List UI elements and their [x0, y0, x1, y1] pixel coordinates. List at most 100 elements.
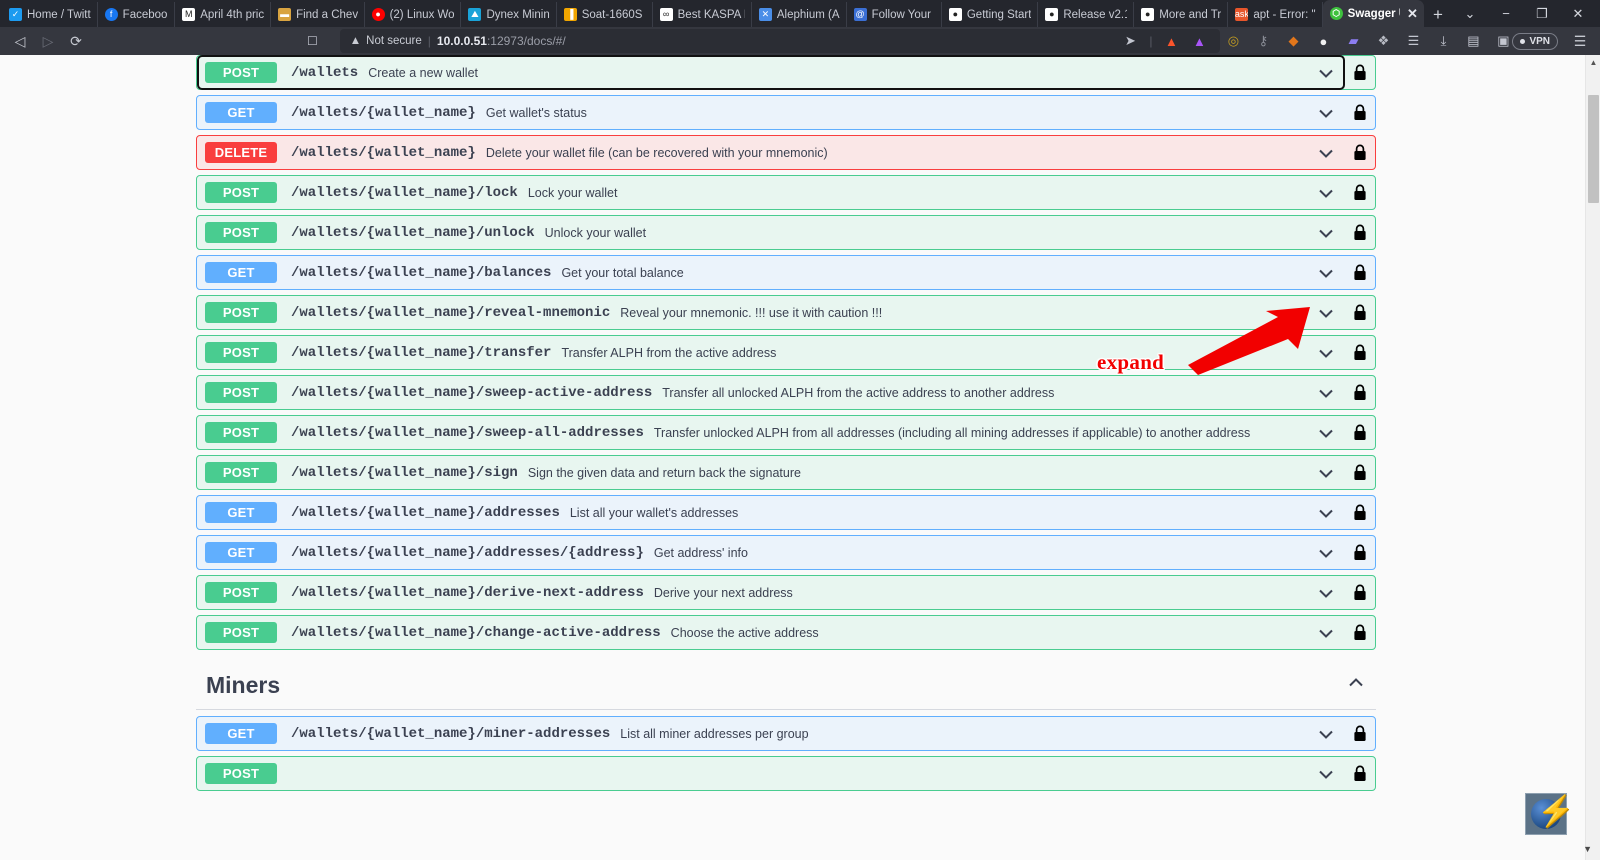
- chevron-down-icon[interactable]: [1309, 177, 1343, 208]
- operation-row[interactable]: GET/wallets/{wallet_name}/addresses List …: [196, 495, 1376, 530]
- key-extension-icon[interactable]: ⚷: [1254, 32, 1272, 50]
- operation-row[interactable]: POST/wallets/{wallet_name}/reveal-mnemon…: [196, 295, 1376, 330]
- operation-summary[interactable]: GET/wallets/{wallet_name}/addresses List …: [199, 497, 1343, 528]
- browser-tab[interactable]: M April 4th price: [175, 2, 272, 27]
- not-secure-indicator[interactable]: ▲ Not secure: [350, 35, 422, 47]
- sidebar-icon[interactable]: ▤: [1464, 32, 1482, 50]
- operation-summary[interactable]: POST/wallets/{wallet_name}/sweep-active-…: [199, 377, 1343, 408]
- chevron-down-icon[interactable]: [1309, 718, 1343, 749]
- chevron-down-icon[interactable]: [1309, 417, 1343, 448]
- browser-tab[interactable]: ● Release v2.1.: [1038, 2, 1135, 27]
- back-button[interactable]: ◁: [6, 29, 34, 53]
- chevron-down-icon[interactable]: [1309, 537, 1343, 568]
- bookmark-icon[interactable]: ☐: [307, 34, 318, 48]
- browser-tab[interactable]: ✓ Home / Twitte: [2, 2, 98, 27]
- browser-tab[interactable]: ⬡ Swagger U ✕: [1322, 0, 1424, 27]
- page-scrollbar[interactable]: ▲: [1585, 55, 1600, 860]
- forward-button[interactable]: ▷: [34, 29, 62, 53]
- widget-caret-icon[interactable]: ▼: [1583, 844, 1592, 854]
- tab-search-button[interactable]: ⌄: [1452, 0, 1488, 27]
- operation-summary[interactable]: POST/wallets/{wallet_name}/unlock Unlock …: [199, 217, 1343, 248]
- operation-row[interactable]: GET/wallets/{wallet_name} Get wallet's st…: [196, 95, 1376, 130]
- operation-row[interactable]: POST/wallets/{wallet_name}/sweep-active-…: [196, 375, 1376, 410]
- section-header-miners[interactable]: Miners: [196, 668, 1376, 710]
- browser-tab[interactable]: ● (2) Linux Worl: [365, 2, 462, 27]
- tab-close-button[interactable]: ✕: [1405, 6, 1420, 21]
- vpn-indicator[interactable]: VPN: [1512, 32, 1558, 50]
- minimize-button[interactable]: −: [1488, 0, 1524, 27]
- browser-tab[interactable]: ● Getting Starte: [942, 2, 1039, 27]
- browser-tab[interactable]: ∞ Best KASPA K: [653, 2, 752, 27]
- maximize-button[interactable]: ❐: [1524, 0, 1560, 27]
- lock-closed-icon[interactable]: [1345, 536, 1375, 569]
- lock-closed-icon[interactable]: [1345, 416, 1375, 449]
- brave-leo-icon[interactable]: ▲: [1190, 32, 1208, 50]
- chevron-down-icon[interactable]: [1309, 97, 1343, 128]
- chevron-down-icon[interactable]: [1309, 617, 1343, 648]
- operation-summary[interactable]: POST/wallets/{wallet_name}/sweep-all-add…: [199, 417, 1343, 448]
- chevron-down-icon[interactable]: [1309, 57, 1343, 88]
- operation-summary[interactable]: DELETE/wallets/{wallet_name} Delete your …: [199, 137, 1343, 168]
- close-window-button[interactable]: ✕: [1560, 0, 1596, 27]
- operation-row[interactable]: POST/wallets/{wallet_name}/sweep-all-add…: [196, 415, 1376, 450]
- operation-row[interactable]: POST/wallets Create a new wallet: [196, 55, 1376, 90]
- lock-closed-icon[interactable]: [1345, 576, 1375, 609]
- lock-closed-icon[interactable]: [1345, 376, 1375, 409]
- operation-row[interactable]: POST/wallets/{wallet_name}/change-active…: [196, 615, 1376, 650]
- operation-summary[interactable]: GET/wallets/{wallet_name}/miner-addresse…: [199, 718, 1343, 749]
- chevron-down-icon[interactable]: [1309, 377, 1343, 408]
- brave-shields-icon[interactable]: ▲: [1162, 32, 1180, 50]
- lock-closed-icon[interactable]: [1345, 757, 1375, 790]
- browser-tab[interactable]: ✕ Alephium (AL: [752, 2, 847, 27]
- operation-summary[interactable]: POST/wallets/{wallet_name}/lock Lock your…: [199, 177, 1343, 208]
- chevron-up-icon[interactable]: [1346, 673, 1366, 698]
- share-icon[interactable]: ➤: [1121, 32, 1139, 50]
- operation-summary[interactable]: GET/wallets/{wallet_name}/balances Get yo…: [199, 257, 1343, 288]
- puzzle-extensions-icon[interactable]: ❖: [1374, 32, 1392, 50]
- operation-row[interactable]: DELETE/wallets/{wallet_name} Delete your …: [196, 135, 1376, 170]
- new-tab-button[interactable]: +: [1424, 2, 1452, 27]
- metamask-icon[interactable]: ◆: [1284, 32, 1302, 50]
- chevron-down-icon[interactable]: [1309, 758, 1343, 789]
- browser-tab[interactable]: ▬ Find a Chevy: [271, 2, 365, 27]
- lock-closed-icon[interactable]: [1345, 616, 1375, 649]
- operation-summary[interactable]: POST/wallets Create a new wallet: [197, 55, 1345, 90]
- lock-closed-icon[interactable]: [1345, 96, 1375, 129]
- operation-summary[interactable]: GET/wallets/{wallet_name} Get wallet's st…: [199, 97, 1343, 128]
- omnibox[interactable]: ☐ ▲ Not secure | 10.0.0.51:12973/docs/#/…: [92, 29, 1221, 53]
- chevron-down-icon[interactable]: [1309, 337, 1343, 368]
- operation-row[interactable]: POST/wallets/{wallet_name}/transfer Trans…: [196, 335, 1376, 370]
- chevron-down-icon[interactable]: [1309, 577, 1343, 608]
- operation-row[interactable]: GET/wallets/{wallet_name}/balances Get yo…: [196, 255, 1376, 290]
- browser-tab[interactable]: ask apt - Error: "d: [1228, 2, 1323, 27]
- operation-summary[interactable]: POST/wallets/{wallet_name}/transfer Trans…: [199, 337, 1343, 368]
- operation-summary[interactable]: POST/wallets/{wallet_name}/change-active…: [199, 617, 1343, 648]
- lock-closed-icon[interactable]: [1345, 456, 1375, 489]
- playlist-icon[interactable]: ☰: [1404, 32, 1422, 50]
- chevron-down-icon[interactable]: [1309, 137, 1343, 168]
- browser-tab[interactable]: ▐ Soat-1660S d: [557, 2, 653, 27]
- operation-row[interactable]: GET/wallets/{wallet_name}/addresses/{add…: [196, 535, 1376, 570]
- lock-closed-icon[interactable]: [1345, 296, 1375, 329]
- chevron-down-icon[interactable]: [1309, 297, 1343, 328]
- operation-summary[interactable]: POST/wallets/{wallet_name}/derive-next-a…: [199, 577, 1343, 608]
- browser-tab[interactable]: ● More and Tro: [1134, 2, 1229, 27]
- lightning-widget[interactable]: ⚡: [1525, 793, 1574, 835]
- scroll-up-arrow[interactable]: ▲: [1589, 59, 1598, 67]
- profile-icon[interactable]: ▣: [1494, 32, 1512, 50]
- coin-extension-icon[interactable]: ◎: [1224, 32, 1242, 50]
- browser-tab[interactable]: f Facebook: [98, 2, 176, 27]
- lock-closed-icon[interactable]: [1345, 56, 1375, 89]
- operation-summary[interactable]: POST/wallets/{wallet_name}/reveal-mnemon…: [199, 297, 1343, 328]
- lock-closed-icon[interactable]: [1345, 496, 1375, 529]
- scrollbar-thumb[interactable]: [1588, 95, 1599, 203]
- operation-row[interactable]: POST/wallets/{wallet_name}/unlock Unlock …: [196, 215, 1376, 250]
- chevron-down-icon[interactable]: [1309, 217, 1343, 248]
- chevron-down-icon[interactable]: [1309, 457, 1343, 488]
- chevron-down-icon[interactable]: [1309, 497, 1343, 528]
- brave-wallet-icon[interactable]: ●: [1314, 32, 1332, 50]
- reload-button[interactable]: ⟳: [62, 29, 90, 53]
- downloads-icon[interactable]: ⤓: [1434, 32, 1452, 50]
- operation-row[interactable]: GET/wallets/{wallet_name}/miner-addresse…: [196, 716, 1376, 751]
- address-field[interactable]: ▲ Not secure | 10.0.0.51:12973/docs/#/ ➤…: [339, 29, 1221, 53]
